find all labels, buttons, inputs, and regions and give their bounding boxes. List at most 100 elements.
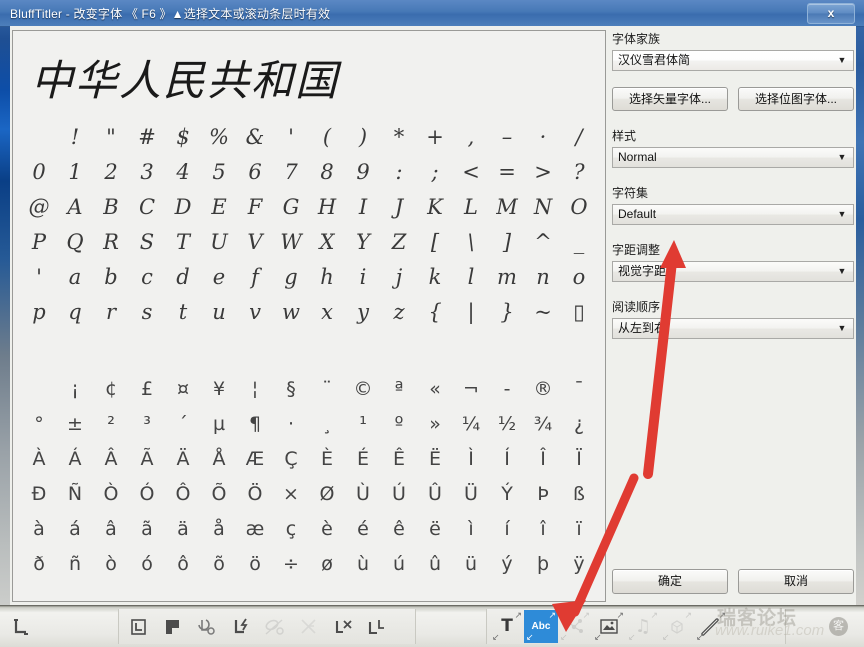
character-cell[interactable]: { bbox=[417, 300, 453, 324]
character-cell[interactable]: e bbox=[201, 265, 237, 289]
character-cell[interactable]: J bbox=[381, 195, 417, 219]
character-cell[interactable]: ï bbox=[561, 518, 597, 540]
character-cell[interactable]: Ò bbox=[93, 483, 129, 505]
character-cell[interactable]: « bbox=[417, 378, 453, 400]
character-cell[interactable]: K bbox=[417, 195, 453, 219]
layer-paste-icon[interactable] bbox=[156, 610, 190, 643]
character-cell[interactable]: ¹ bbox=[345, 413, 381, 435]
cancel-button[interactable]: 取消 bbox=[738, 569, 854, 594]
character-cell[interactable]: £ bbox=[129, 378, 165, 400]
character-cell[interactable]: ³ bbox=[129, 413, 165, 435]
character-cell[interactable]: Ï bbox=[561, 448, 597, 470]
layer-move-icon[interactable] bbox=[4, 610, 38, 643]
character-cell[interactable]: I bbox=[345, 195, 381, 219]
character-cell[interactable]: < bbox=[453, 160, 489, 184]
character-cell[interactable]: ~ bbox=[525, 300, 561, 324]
character-cell[interactable]: c bbox=[129, 265, 165, 289]
character-cell[interactable]: ¸ bbox=[309, 413, 345, 435]
character-cell[interactable]: ' bbox=[21, 265, 57, 289]
character-cell[interactable]: É bbox=[345, 448, 381, 470]
font-family-select[interactable]: 汉仪雪君体简 ▼ bbox=[612, 50, 854, 71]
character-cell[interactable]: ù bbox=[345, 553, 381, 575]
character-cell[interactable]: é bbox=[345, 518, 381, 540]
character-cell[interactable]: 2 bbox=[93, 160, 129, 184]
character-cell[interactable]: þ bbox=[525, 553, 561, 575]
character-cell[interactable]: í bbox=[489, 518, 525, 540]
character-cell[interactable]: Ê bbox=[381, 448, 417, 470]
character-cell[interactable]: º bbox=[381, 413, 417, 435]
character-cell[interactable]: - bbox=[489, 378, 525, 400]
character-cell[interactable]: u bbox=[201, 300, 237, 324]
character-cell[interactable]: z bbox=[381, 300, 417, 324]
character-cell[interactable]: ^ bbox=[525, 230, 561, 254]
character-cell[interactable]: ò bbox=[93, 553, 129, 575]
character-cell[interactable]: Ö bbox=[237, 483, 273, 505]
character-cell[interactable]: Ç bbox=[273, 448, 309, 470]
character-cell[interactable]: f bbox=[237, 265, 273, 289]
character-cell[interactable]: 9 bbox=[345, 160, 381, 184]
character-cell[interactable]: Ì bbox=[453, 448, 489, 470]
character-cell[interactable]: î bbox=[525, 518, 561, 540]
character-cell[interactable]: i bbox=[345, 265, 381, 289]
character-cell[interactable]: S bbox=[129, 230, 165, 254]
character-cell[interactable]: Ø bbox=[309, 483, 345, 505]
character-cell[interactable]: # bbox=[129, 125, 165, 149]
character-cell[interactable]: ñ bbox=[57, 553, 93, 575]
character-cell[interactable]: m bbox=[489, 265, 525, 289]
character-cell[interactable]: ë bbox=[417, 518, 453, 540]
layer-flash-icon[interactable] bbox=[224, 610, 258, 643]
character-cell[interactable]: ÿ bbox=[561, 553, 597, 575]
character-grid[interactable]: ! " # $% & '() * +, – ·/0 1 2 3 4 5 6 7 8 9:; < = >? @ A B C D E F G H… bbox=[21, 119, 597, 581]
character-cell[interactable]: Þ bbox=[525, 483, 561, 505]
character-cell[interactable]: L bbox=[453, 195, 489, 219]
character-cell[interactable]: á bbox=[57, 518, 93, 540]
character-cell[interactable]: x bbox=[309, 300, 345, 324]
layer-rotate-icon[interactable] bbox=[190, 610, 224, 643]
character-cell[interactable]: ) bbox=[345, 125, 381, 149]
character-cell[interactable]: O bbox=[561, 195, 597, 219]
character-cell[interactable]: Í bbox=[489, 448, 525, 470]
character-cell[interactable]: è bbox=[309, 518, 345, 540]
character-cell[interactable]: > bbox=[525, 160, 561, 184]
charset-select[interactable]: Default ▼ bbox=[612, 204, 854, 225]
character-cell[interactable]: F bbox=[237, 195, 273, 219]
character-cell[interactable]: à bbox=[21, 518, 57, 540]
character-cell[interactable]: ; bbox=[417, 160, 453, 184]
character-cell[interactable]: 0 bbox=[21, 160, 57, 184]
choose-bitmap-font-button[interactable]: 选择位图字体... bbox=[738, 87, 854, 111]
character-cell[interactable]: ú bbox=[381, 553, 417, 575]
character-cell[interactable]: y bbox=[345, 300, 381, 324]
character-cell[interactable]: = bbox=[489, 160, 525, 184]
character-cell[interactable]: T bbox=[165, 230, 201, 254]
layer-duplicate-icon[interactable] bbox=[360, 610, 394, 643]
character-cell[interactable]: n bbox=[525, 265, 561, 289]
character-cell[interactable]: U bbox=[201, 230, 237, 254]
character-cell[interactable]: û bbox=[417, 553, 453, 575]
character-cell[interactable]: ó bbox=[129, 553, 165, 575]
character-cell[interactable]: d bbox=[165, 265, 201, 289]
character-cell[interactable]: · bbox=[525, 125, 561, 149]
character-cell[interactable]: æ bbox=[237, 518, 273, 540]
character-cell[interactable]: b bbox=[93, 265, 129, 289]
character-cell[interactable]: Æ bbox=[237, 448, 273, 470]
character-cell[interactable]: W bbox=[273, 230, 309, 254]
character-cell[interactable]: ö bbox=[237, 553, 273, 575]
character-cell[interactable]: ² bbox=[93, 413, 129, 435]
character-cell[interactable]: ô bbox=[165, 553, 201, 575]
layer-delete-icon[interactable] bbox=[326, 610, 360, 643]
character-cell[interactable]: ø bbox=[309, 553, 345, 575]
character-cell[interactable]: 4 bbox=[165, 160, 201, 184]
character-cell[interactable]: ] bbox=[489, 230, 525, 254]
character-cell[interactable]: P bbox=[21, 230, 57, 254]
character-cell[interactable]: ¢ bbox=[93, 378, 129, 400]
character-cell[interactable]: Û bbox=[417, 483, 453, 505]
layer-copy-icon[interactable] bbox=[122, 610, 156, 643]
character-cell[interactable]: ê bbox=[381, 518, 417, 540]
character-cell[interactable]: ¾ bbox=[525, 413, 561, 435]
character-cell[interactable]: ü bbox=[453, 553, 489, 575]
character-cell[interactable]: Ó bbox=[129, 483, 165, 505]
character-cell[interactable]: ( bbox=[309, 125, 345, 149]
character-cell[interactable]: ç bbox=[273, 518, 309, 540]
picture-layer-button[interactable]: ↗ ↙ bbox=[592, 610, 626, 643]
character-cell[interactable]: Î bbox=[525, 448, 561, 470]
